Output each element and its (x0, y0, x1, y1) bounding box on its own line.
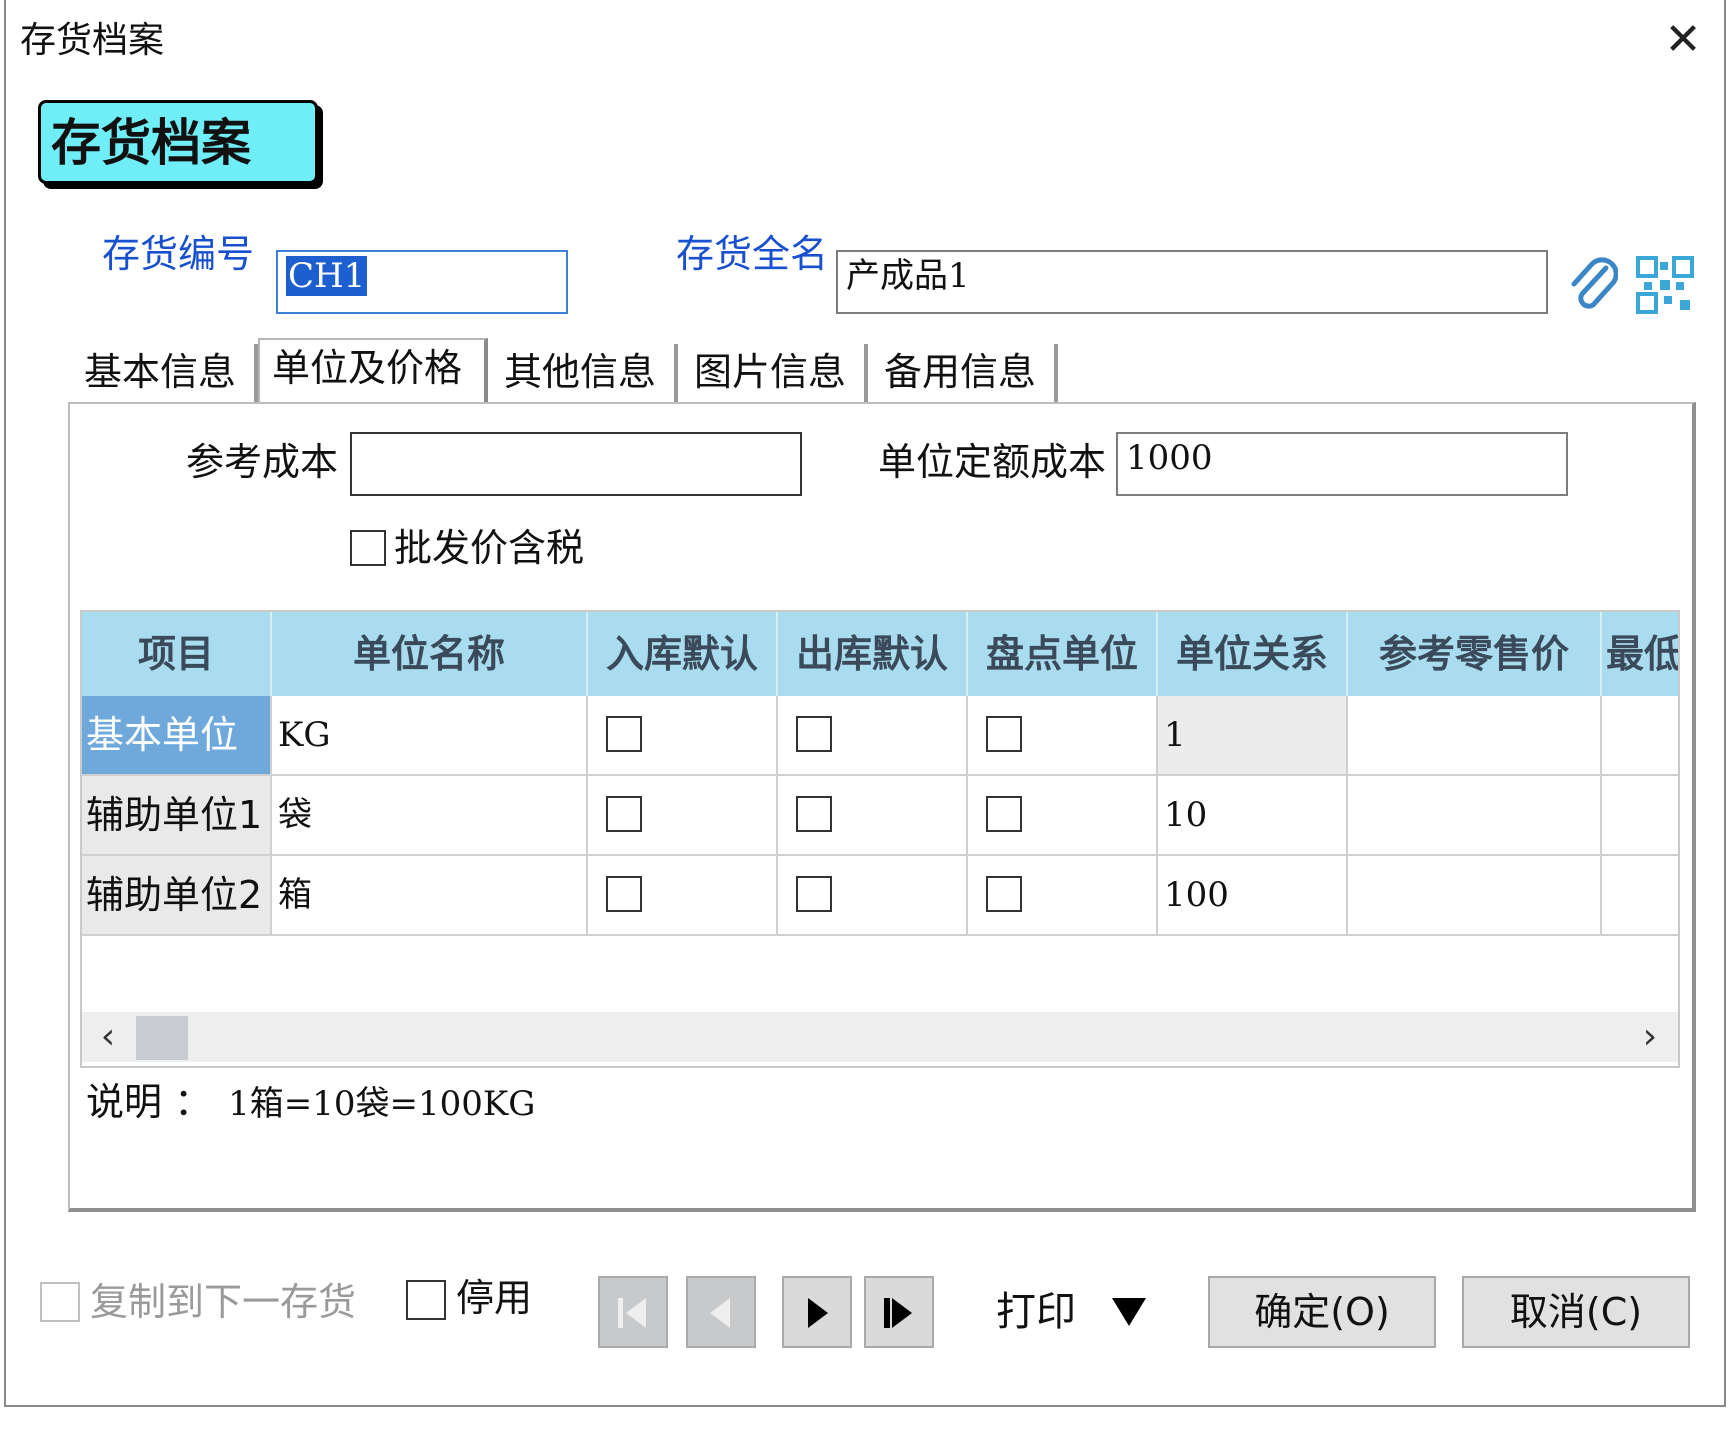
first-record-icon (618, 1298, 646, 1328)
col-header-unit-relation[interactable]: 单位关系 (1158, 612, 1348, 696)
row-min-price[interactable] (1602, 776, 1678, 856)
prev-record-button[interactable] (686, 1276, 756, 1348)
disable-checkbox[interactable] (406, 1280, 446, 1320)
row-count-unit-cell (968, 856, 1158, 936)
col-header-min[interactable]: 最低 (1602, 612, 1678, 696)
scroll-right-icon[interactable]: › (1630, 1012, 1670, 1062)
unit-cost-value: 1000 (1126, 438, 1213, 478)
col-header-out-default[interactable]: 出库默认 (778, 612, 968, 696)
count-unit-checkbox[interactable] (986, 716, 1022, 752)
row-retail-price[interactable] (1348, 776, 1602, 856)
row-relation[interactable]: 10 (1158, 776, 1348, 856)
unit-cost-input[interactable]: 1000 (1116, 432, 1568, 496)
row-retail-price[interactable] (1348, 856, 1602, 936)
unit-cost-label: 单位定额成本 (878, 440, 1107, 484)
row-count-unit-cell (968, 776, 1158, 856)
wholesale-tax-checkbox[interactable] (350, 530, 386, 566)
row-relation[interactable]: 1 (1158, 696, 1348, 776)
copy-next-label: 复制到下一存货 (90, 1280, 357, 1324)
banner-title: 存货档案 (51, 114, 251, 172)
row-min-price[interactable] (1602, 696, 1678, 776)
tab-units-prices[interactable]: 单位及价格 (258, 338, 488, 402)
tab-spare-info[interactable]: 备用信息 (872, 344, 1058, 404)
paperclip-icon[interactable] (1566, 254, 1618, 314)
out-default-checkbox[interactable] (796, 876, 832, 912)
row-min-price[interactable] (1602, 856, 1678, 936)
code-value: CH1 (286, 256, 368, 296)
col-header-retail-price[interactable]: 参考零售价 (1348, 612, 1602, 696)
in-default-checkbox[interactable] (606, 796, 642, 832)
code-label: 存货编号 (102, 232, 255, 276)
page-banner: 存货档案 (38, 100, 318, 184)
qr-code-icon[interactable] (1636, 256, 1694, 314)
unit-grid: 项目 单位名称 入库默认 出库默认 盘点单位 单位关系 参考零售价 最低 基本单… (80, 610, 1680, 1068)
row-out-default-cell (778, 696, 968, 776)
row-in-default-cell (588, 696, 778, 776)
name-input[interactable]: 产成品1 (836, 250, 1548, 314)
ok-button[interactable]: 确定(O) (1208, 1276, 1436, 1348)
disable-label: 停用 (456, 1276, 533, 1320)
tab-image-info[interactable]: 图片信息 (682, 344, 868, 404)
row-item[interactable]: 辅助单位1 (82, 776, 272, 856)
copy-next-checkbox[interactable] (40, 1282, 80, 1322)
col-header-unit-name[interactable]: 单位名称 (272, 612, 588, 696)
last-record-button[interactable] (864, 1276, 934, 1348)
note: 说明 ： 1箱=10袋=100KG (86, 1078, 535, 1128)
col-header-count-unit[interactable]: 盘点单位 (968, 612, 1158, 696)
code-input[interactable]: CH1 (276, 250, 568, 314)
name-label: 存货全名 (676, 232, 829, 276)
row-item[interactable]: 辅助单位2 (82, 856, 272, 936)
in-default-checkbox[interactable] (606, 876, 642, 912)
prev-record-icon (710, 1298, 730, 1328)
row-retail-price[interactable] (1348, 696, 1602, 776)
row-unit-name[interactable]: 袋 (272, 776, 588, 856)
row-out-default-cell (778, 856, 968, 936)
row-out-default-cell (778, 776, 968, 856)
row-in-default-cell (588, 856, 778, 936)
row-unit-name[interactable]: 箱 (272, 856, 588, 936)
note-label: 说明 ： (86, 1080, 213, 1124)
row-count-unit-cell (968, 696, 1158, 776)
count-unit-checkbox[interactable] (986, 876, 1022, 912)
print-dropdown-icon[interactable] (1112, 1298, 1146, 1326)
tab-basic-info[interactable]: 基本信息 (72, 344, 258, 404)
scrollbar-thumb[interactable] (136, 1016, 188, 1060)
inventory-dialog: 存货档案 ✕ 存货档案 存货编号 CH1 存货全名 产成品1 基本信息 单位及价… (4, 0, 1726, 1407)
tab-other-info[interactable]: 其他信息 (492, 344, 678, 404)
col-header-in-default[interactable]: 入库默认 (588, 612, 778, 696)
scroll-left-icon[interactable]: ‹ (88, 1012, 128, 1062)
name-value: 产成品1 (846, 256, 970, 296)
ref-cost-input[interactable] (350, 432, 802, 496)
note-value: 1箱=10袋=100KG (228, 1084, 536, 1124)
window-title: 存货档案 (20, 20, 165, 61)
row-in-default-cell (588, 776, 778, 856)
last-record-icon (884, 1298, 912, 1328)
row-unit-name[interactable]: KG (272, 696, 588, 776)
row-relation[interactable]: 100 (1158, 856, 1348, 936)
close-icon[interactable]: ✕ (1661, 18, 1705, 62)
next-record-button[interactable] (782, 1276, 852, 1348)
out-default-checkbox[interactable] (796, 716, 832, 752)
cancel-button[interactable]: 取消(C) (1462, 1276, 1690, 1348)
horizontal-scrollbar[interactable]: ‹ › (82, 1012, 1678, 1062)
in-default-checkbox[interactable] (606, 716, 642, 752)
out-default-checkbox[interactable] (796, 796, 832, 832)
first-record-button[interactable] (598, 1276, 668, 1348)
row-item[interactable]: 基本单位 (82, 696, 272, 776)
wholesale-tax-label: 批发价含税 (394, 526, 585, 570)
col-header-item[interactable]: 项目 (82, 612, 272, 696)
ref-cost-label: 参考成本 (186, 440, 339, 484)
next-record-icon (808, 1298, 828, 1328)
count-unit-checkbox[interactable] (986, 796, 1022, 832)
print-button[interactable]: 打印 (996, 1288, 1076, 1336)
